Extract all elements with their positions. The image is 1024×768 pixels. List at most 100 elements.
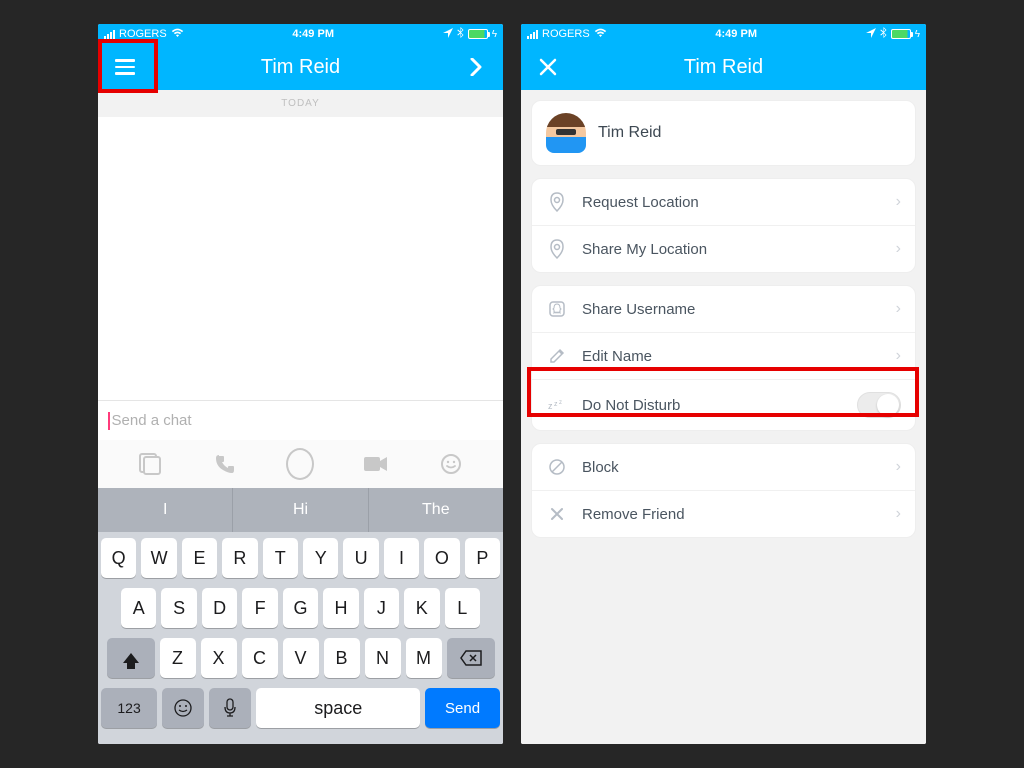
key-i[interactable]: I: [384, 538, 419, 578]
chat-body[interactable]: [98, 117, 503, 400]
key-m[interactable]: M: [406, 638, 442, 678]
request-location-row[interactable]: Request Location ›: [532, 179, 915, 226]
key-z[interactable]: Z: [160, 638, 196, 678]
charging-icon: ϟ: [915, 29, 920, 40]
text-cursor: [108, 412, 110, 430]
share-location-row[interactable]: Share My Location ›: [532, 226, 915, 272]
key-123[interactable]: 123: [101, 688, 157, 728]
chevron-right-icon: ›: [896, 240, 901, 258]
suggestion-2[interactable]: Hi: [233, 488, 368, 532]
key-l[interactable]: L: [445, 588, 480, 628]
suggestion-3[interactable]: The: [369, 488, 503, 532]
key-y[interactable]: Y: [303, 538, 338, 578]
key-h[interactable]: H: [323, 588, 358, 628]
video-button[interactable]: [362, 450, 390, 478]
chevron-right-icon: ›: [896, 347, 901, 365]
capture-button[interactable]: [286, 450, 314, 478]
bluetooth-icon: [880, 27, 887, 41]
wifi-icon: [594, 28, 607, 41]
forward-button[interactable]: [463, 54, 489, 80]
key-c[interactable]: C: [242, 638, 278, 678]
menu-label: Share Username: [582, 301, 896, 318]
page-title: Tim Reid: [138, 56, 463, 79]
block-row[interactable]: Block ›: [532, 444, 915, 491]
keyboard: Q W E R T Y U I O P A S D F G H J K L Z …: [98, 532, 503, 744]
key-f[interactable]: F: [242, 588, 277, 628]
key-d[interactable]: D: [202, 588, 237, 628]
chat-input[interactable]: Send a chat: [98, 400, 503, 440]
screen-chat: ROGERS 4:49 PM ϟ Tim Reid TODAY: [98, 24, 503, 744]
location-icon: [866, 28, 876, 41]
chat-placeholder: Send a chat: [112, 412, 192, 429]
nav-bar: Tim Reid: [98, 44, 503, 90]
key-a[interactable]: A: [121, 588, 156, 628]
do-not-disturb-row[interactable]: zzz Do Not Disturb: [532, 380, 915, 430]
status-bar: ROGERS 4:49 PM ϟ: [521, 24, 926, 44]
signal-icon: [527, 30, 538, 39]
location-group: Request Location › Share My Location ›: [531, 178, 916, 273]
key-shift[interactable]: [107, 638, 155, 678]
menu-label: Share My Location: [582, 241, 896, 258]
key-space[interactable]: space: [256, 688, 420, 728]
edit-name-row[interactable]: Edit Name ›: [532, 333, 915, 380]
key-w[interactable]: W: [141, 538, 176, 578]
emoji-icon: [173, 698, 193, 718]
key-j[interactable]: J: [364, 588, 399, 628]
close-icon: [539, 58, 557, 76]
hamburger-icon: [115, 59, 135, 75]
key-s[interactable]: S: [161, 588, 196, 628]
menu-label: Remove Friend: [582, 506, 896, 523]
key-n[interactable]: N: [365, 638, 401, 678]
chevron-right-icon: ›: [896, 300, 901, 318]
remove-friend-row[interactable]: Remove Friend ›: [532, 491, 915, 537]
profile-name: Tim Reid: [598, 124, 661, 142]
sticker-button[interactable]: [437, 450, 465, 478]
suggestion-1[interactable]: I: [98, 488, 233, 532]
key-emoji[interactable]: [162, 688, 204, 728]
mic-icon: [223, 698, 237, 718]
key-g[interactable]: G: [283, 588, 318, 628]
key-x[interactable]: X: [201, 638, 237, 678]
clock: 4:49 PM: [184, 28, 443, 40]
call-button[interactable]: [211, 450, 239, 478]
key-e[interactable]: E: [182, 538, 217, 578]
gallery-button[interactable]: [136, 450, 164, 478]
charging-icon: ϟ: [492, 29, 497, 40]
key-o[interactable]: O: [424, 538, 459, 578]
page-title: Tim Reid: [561, 56, 886, 79]
key-r[interactable]: R: [222, 538, 257, 578]
bluetooth-icon: [457, 27, 464, 41]
battery-icon: [468, 29, 488, 39]
backspace-icon: [460, 650, 482, 666]
profile-card[interactable]: Tim Reid: [531, 100, 916, 166]
svg-text:z: z: [554, 401, 558, 408]
key-send[interactable]: Send: [425, 688, 500, 728]
sleep-icon: zzz: [546, 394, 568, 416]
close-button[interactable]: [535, 54, 561, 80]
key-t[interactable]: T: [263, 538, 298, 578]
share-username-row[interactable]: Share Username ›: [532, 286, 915, 333]
dnd-toggle[interactable]: [857, 392, 901, 418]
svg-text:z: z: [548, 401, 553, 411]
key-mic[interactable]: [209, 688, 251, 728]
key-b[interactable]: B: [324, 638, 360, 678]
danger-group: Block › Remove Friend ›: [531, 443, 916, 538]
key-k[interactable]: K: [404, 588, 439, 628]
chevron-right-icon: ›: [896, 458, 901, 476]
key-u[interactable]: U: [343, 538, 378, 578]
menu-content: Tim Reid Request Location › Share My Loc…: [521, 90, 926, 744]
battery-icon: [891, 29, 911, 39]
key-p[interactable]: P: [465, 538, 500, 578]
pencil-icon: [546, 345, 568, 367]
location-pin-icon: [546, 238, 568, 260]
menu-label: Request Location: [582, 194, 896, 211]
key-q[interactable]: Q: [101, 538, 136, 578]
chevron-right-icon: ›: [896, 505, 901, 523]
menu-label: Do Not Disturb: [582, 397, 857, 414]
menu-label: Block: [582, 459, 896, 476]
key-backspace[interactable]: [447, 638, 495, 678]
key-v[interactable]: V: [283, 638, 319, 678]
menu-button[interactable]: [112, 54, 138, 80]
chevron-right-icon: [470, 58, 482, 76]
clock: 4:49 PM: [607, 28, 866, 40]
